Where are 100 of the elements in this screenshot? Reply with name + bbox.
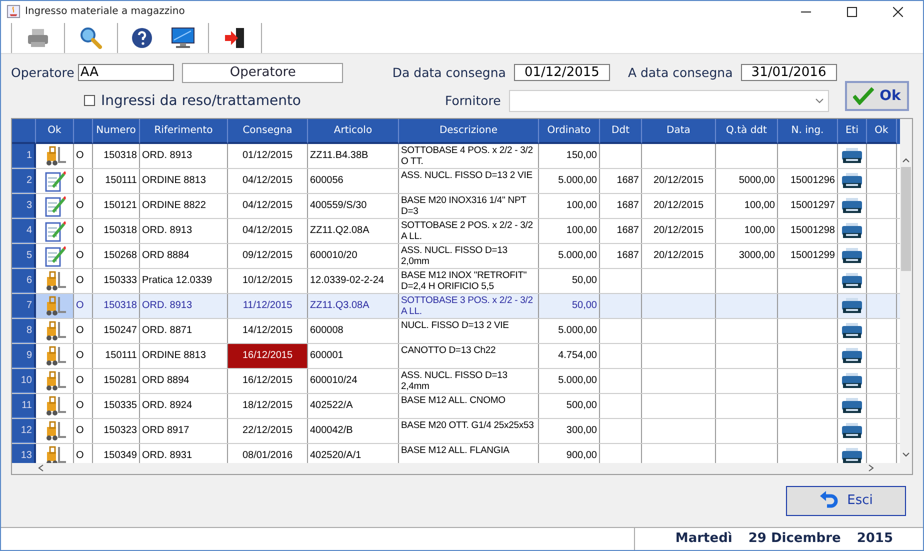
table-cell: ORDINE 8813: [142, 350, 206, 362]
table-cell: 5.000,00: [558, 175, 597, 186]
from-date-field[interactable]: 01/12/2015: [514, 64, 610, 82]
table-cell: 100,00: [744, 200, 775, 212]
date-cell: 04/12/2015: [228, 218, 308, 243]
table-cell: 4.754,00: [558, 350, 597, 362]
table-row[interactable]: 11 O 150335 ORD. 8924 18/12/2015 402522/A BASE M12 ALL. CNOMO 500,00: [12, 394, 900, 419]
table-cell: 20/12/2015: [653, 200, 704, 212]
table-cell: 150281: [104, 375, 137, 386]
table-cell: ZZ11.Q3.08A: [310, 300, 370, 312]
table-cell: 600056: [310, 175, 344, 186]
table-row[interactable]: 3 O 150121 ORDINE 8822 04/12/2015 400559/S/30 BASE M20 INOX316 1/4" NPT D=3 100,00 1687 20/12/2015 100,00 15001297: [12, 194, 900, 219]
ok-button[interactable]: Ok: [844, 80, 909, 111]
status-cell: O: [76, 400, 84, 412]
table-row[interactable]: 9 O 150111 ORDINE 8813 16/12/2015 600001 CANOTTO D=13 Ch22 4.754,00: [12, 344, 900, 369]
status-cell: O: [76, 225, 84, 236]
printer-icon[interactable]: [842, 148, 862, 164]
edit-icon[interactable]: [44, 220, 66, 242]
chevron-up-icon[interactable]: [902, 156, 910, 163]
checkbox[interactable]: [84, 95, 95, 106]
table-cell: 900,00: [566, 450, 597, 462]
operator-label: Operatore: [11, 65, 74, 80]
table-cell: 500,00: [566, 400, 597, 412]
table-cell: 150,00: [566, 150, 597, 162]
printer-icon[interactable]: [842, 348, 862, 364]
table-cell: ORD. 8913: [142, 300, 192, 312]
table-cell: 150247: [104, 325, 137, 336]
from-date-label: Da data consegna: [392, 65, 506, 80]
date-cell: 04/12/2015: [228, 194, 308, 218]
supplier-label: Fornitore: [445, 93, 501, 108]
table-row[interactable]: 2 O 150111 ORDINE 8813 04/12/2015 600056 ASS. NUCL. FISSO D=13 2 VIE 5.000,00 1687 20/12/2015 5000,00 15001296: [12, 168, 900, 194]
scrollbar-thumb[interactable]: [901, 166, 911, 271]
app-icon: [7, 5, 20, 18]
maximize-icon[interactable]: [847, 6, 857, 17]
to-date-field[interactable]: 31/01/2016: [740, 64, 837, 82]
printer-icon[interactable]: [842, 222, 862, 239]
printer-icon[interactable]: [842, 248, 862, 264]
close-icon[interactable]: [893, 6, 903, 17]
chevron-down-icon[interactable]: [814, 98, 824, 104]
table-cell-text: ASS. NUCL. FISSO D=13 2,4mm: [401, 370, 508, 392]
undo-arrow-icon: [819, 490, 840, 511]
table-row[interactable]: 5 O 150268 ORD 8884 09/12/2015 600010/20 ASS. NUCL. FISSO D=13 2,0mm 5.000,00 1687 20/12/2015 3000,00 15001299: [12, 244, 900, 269]
edit-icon[interactable]: [44, 244, 66, 267]
table-row[interactable]: 12 O 150323 ORD 8917 22/12/2015 400042/B BASE M20 OTT. G1/4 25x25x53 300,00: [12, 418, 900, 444]
status-cell: O: [76, 275, 84, 286]
printer-icon[interactable]: [842, 298, 862, 314]
search-icon[interactable]: [80, 26, 102, 49]
table-cell: 100,00: [566, 225, 597, 236]
table-cell: 150333: [104, 275, 137, 286]
table-cell: 300,00: [566, 425, 597, 436]
printer-icon[interactable]: [842, 398, 862, 414]
table-cell: Pratica 12.0339: [142, 275, 212, 286]
table-cell: 5000,00: [738, 175, 775, 186]
printer-icon[interactable]: [842, 448, 862, 463]
table-cell: 150268: [104, 250, 137, 262]
row-number: 10: [12, 368, 36, 393]
status-cell: O: [76, 425, 84, 436]
table-cell: ORD 8884: [142, 250, 190, 262]
table-row[interactable]: 4 O 150318 ORD. 8913 04/12/2015 ZZ11.Q2.08A SOTTOBASE 2 POS. x 2/2 - 3/2 A LL. 100,00 1687 20/12/2015 100,00 15001298: [12, 218, 900, 244]
edit-icon[interactable]: [44, 170, 66, 192]
date-cell: 16/12/2015: [228, 344, 308, 368]
row-number: 1: [12, 144, 36, 168]
exit-button[interactable]: Esci: [786, 486, 906, 516]
status-cell: O: [76, 300, 84, 312]
printer-icon[interactable]: [842, 198, 862, 214]
table-cell: ORD 8894: [142, 375, 190, 386]
table-row[interactable]: 8 O 150247 ORD. 8871 14/12/2015 600008 NUCL. FISSO D=13 2 VIE 5.000,00: [12, 318, 900, 344]
table-cell: 15001298: [790, 225, 835, 236]
table-cell: ORD. 8931: [142, 450, 192, 462]
operator-field[interactable]: AA: [78, 64, 174, 82]
chevron-right-icon[interactable]: [868, 464, 874, 472]
table-cell: 1687: [616, 225, 639, 236]
chevron-left-icon[interactable]: [38, 464, 44, 472]
table-cell: ORDINE 8813: [142, 175, 206, 186]
help-icon[interactable]: [131, 26, 153, 49]
table-cell-text: ASS. NUCL. FISSO D=13 2,0mm: [401, 244, 508, 267]
table-cell: 150323: [104, 425, 137, 436]
printer-icon[interactable]: [842, 172, 862, 189]
operator-button[interactable]: Operatore: [182, 62, 344, 83]
to-date-label: A data consegna: [628, 65, 733, 80]
table-cell: ZZ11.B4.38B: [310, 150, 368, 162]
table-row[interactable]: 10 O 150281 ORD 8894 16/12/2015 600010/24 ASS. NUCL. FISSO D=13 2,4mm 5.000,00: [12, 368, 900, 394]
weekday-text: Martedì: [675, 531, 732, 546]
status-cell: O: [76, 375, 84, 386]
date-cell: 16/12/2015: [228, 368, 308, 393]
printer-icon[interactable]: [842, 372, 862, 389]
table-cell: 1687: [616, 250, 639, 262]
printer-icon[interactable]: [842, 272, 862, 289]
edit-icon[interactable]: [44, 194, 66, 217]
table-cell: 150121: [104, 200, 137, 212]
table-row[interactable]: 1 O 150318 ORD. 8913 01/12/2015 ZZ11.B4.38B SOTTOBASE 4 POS. x 2/2 - 3/2 O TT. 150,00: [12, 144, 900, 169]
table-cell-text: SOTTOBASE 3 POS. x 2/2 - 3/2 A LL.: [401, 294, 534, 317]
monitor-icon[interactable]: [171, 26, 195, 49]
table-row[interactable]: 7 O 150318 ORD. 8913 11/12/2015 ZZ11.Q3.08A SOTTOBASE 3 POS. x 2/2 - 3/2 A LL. 50,00: [12, 294, 900, 319]
date-cell: 04/12/2015: [228, 168, 308, 193]
table-cell: 400559/S/30: [310, 200, 367, 212]
exit-door-icon[interactable]: [224, 26, 246, 49]
chevron-down-icon[interactable]: [902, 452, 910, 458]
printer-icon[interactable]: [842, 322, 862, 339]
printer-icon[interactable]: [842, 422, 862, 439]
